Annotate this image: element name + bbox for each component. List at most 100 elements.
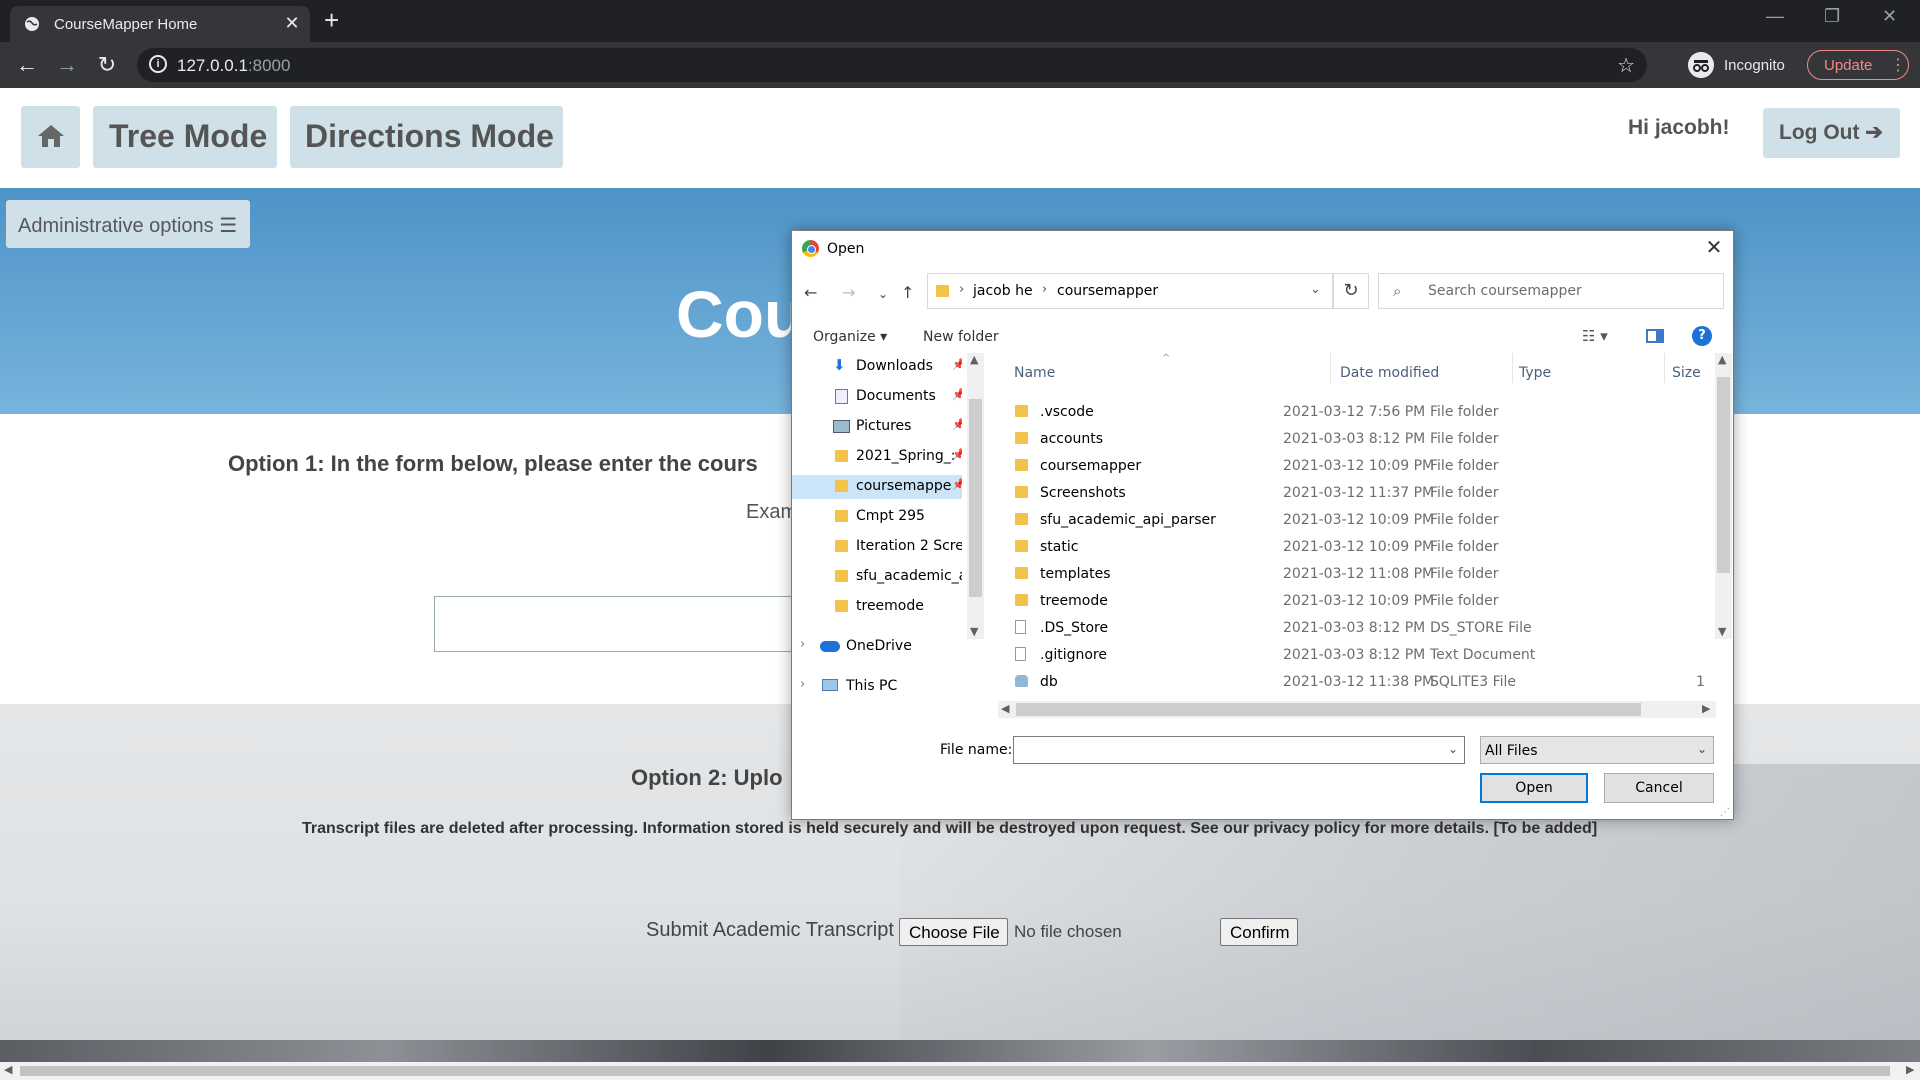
course-input[interactable] [434,596,834,652]
back-arrow-icon[interactable]: ← [804,283,817,302]
forward-icon[interactable]: → [54,52,80,78]
scroll-left-icon[interactable]: ◀ [1001,702,1009,715]
scrollbar-thumb[interactable] [1016,703,1641,716]
file-row[interactable]: static 2021-03-12 10:09 PM File folder [1002,536,1712,558]
window-close-icon[interactable]: ✕ [1882,6,1897,27]
nav-item-pictures[interactable]: Pictures 📌 [792,415,962,439]
nav-item-treemode[interactable]: treemode [792,595,962,619]
file-row[interactable]: .DS_Store 2021-03-03 8:12 PM DS_STORE Fi… [1002,617,1712,639]
new-tab-button[interactable]: + [324,7,339,33]
directions-mode-button[interactable]: Directions Mode [290,106,563,168]
scroll-down-icon[interactable]: ▼ [970,625,978,638]
nav-pane-scrollbar[interactable]: ▲ ▼ [967,353,984,639]
file-row[interactable]: db 2021-03-12 11:38 PM SQLITE3 File 1 [1002,671,1712,693]
up-arrow-icon[interactable]: ↑ [901,283,914,302]
expand-chevron-icon[interactable]: › [800,637,805,652]
file-row[interactable]: treemode 2021-03-12 10:09 PM File folder [1002,590,1712,612]
page-horizontal-scrollbar[interactable]: ◀ ▶ [0,1062,1920,1080]
file-name-input[interactable]: ⌄ [1013,736,1465,764]
nav-item-2021-spring[interactable]: 2021_Spring_: 📌 [792,445,962,469]
update-button[interactable]: Update ⋮ [1807,50,1909,80]
file-row[interactable]: templates 2021-03-12 11:08 PM File folde… [1002,563,1712,585]
scroll-left-icon[interactable]: ◀ [4,1063,12,1076]
scrollbar-thumb[interactable] [969,399,982,597]
reload-icon[interactable]: ↻ [94,52,120,78]
tree-mode-button[interactable]: Tree Mode [93,106,277,168]
file-row[interactable]: Screenshots 2021-03-12 11:37 PM File fol… [1002,482,1712,504]
scroll-down-icon[interactable]: ▼ [1718,625,1726,638]
nav-item-onedrive[interactable]: › OneDrive [792,635,962,659]
choose-file-button[interactable]: Choose File [899,918,1008,946]
browser-tab[interactable]: CourseMapper Home ✕ [10,6,310,42]
minimize-icon[interactable]: — [1766,6,1784,27]
column-header-size[interactable]: Size [1672,365,1701,381]
scroll-up-icon[interactable]: ▲ [970,353,978,366]
download-arrow-icon: ⬇ [833,356,846,374]
file-date: 2021-03-12 10:09 PM [1283,593,1435,609]
scroll-right-icon[interactable]: ▶ [1702,702,1710,715]
dialog-close-icon[interactable]: ✕ [1701,235,1727,259]
file-row[interactable]: accounts 2021-03-03 8:12 PM File folder [1002,428,1712,450]
breadcrumb-jacob-he[interactable]: jacob he [973,283,1033,299]
address-bar[interactable]: i 127.0.0.1:8000 ☆ [137,48,1647,82]
folder-icon [1015,486,1028,498]
file-type: Text Document [1430,647,1536,663]
confirm-button[interactable]: Confirm [1220,918,1298,946]
file-row[interactable]: .vscode 2021-03-12 7:56 PM File folder [1002,401,1712,423]
file-type-select[interactable]: All Files ⌄ [1480,736,1714,764]
back-icon[interactable]: ← [14,52,40,78]
column-divider[interactable] [1512,353,1513,383]
refresh-icon[interactable]: ↻ [1333,273,1369,309]
column-header-type[interactable]: Type [1519,365,1551,381]
file-row[interactable]: coursemapper 2021-03-12 10:09 PM File fo… [1002,455,1712,477]
new-folder-button[interactable]: New folder [923,329,999,345]
preview-pane-icon[interactable] [1646,329,1664,343]
nav-item-cmpt-295[interactable]: Cmpt 295 [792,505,962,529]
column-header-name[interactable]: Name [1014,365,1055,381]
column-divider[interactable] [1664,353,1665,383]
nav-item-label: OneDrive [846,638,912,654]
tab-close-icon[interactable]: ✕ [282,13,302,34]
column-header-date[interactable]: Date modified [1340,365,1439,381]
cancel-button[interactable]: Cancel [1604,773,1714,803]
file-date: 2021-03-12 11:08 PM [1283,566,1435,582]
help-icon[interactable]: ? [1692,326,1712,346]
forward-arrow-icon[interactable]: → [842,283,855,302]
logout-button[interactable]: Log Out ➔ [1763,108,1900,158]
nav-item-downloads[interactable]: ⬇ Downloads 📌 [792,355,962,379]
submit-transcript-label: Submit Academic Transcript [646,919,894,941]
resize-grip-icon[interactable]: ⋰ [1720,807,1730,818]
restore-icon[interactable]: ❐ [1824,6,1840,27]
breadcrumb-coursemapper[interactable]: coursemapper [1057,283,1158,299]
home-button[interactable] [21,106,80,168]
expand-chevron-icon[interactable]: › [800,677,805,692]
scrollbar-thumb[interactable] [1717,377,1730,573]
nav-item-coursemapper[interactable]: coursemappe 📌 [792,475,962,499]
open-button[interactable]: Open [1480,773,1588,803]
file-name: treemode [1040,593,1108,609]
site-info-icon[interactable]: i [149,55,167,73]
scrollbar-thumb[interactable] [20,1066,1890,1076]
recent-locations-icon[interactable]: ⌄ [878,287,888,301]
scroll-right-icon[interactable]: ▶ [1906,1063,1914,1076]
file-row[interactable]: sfu_academic_api_parser 2021-03-12 10:09… [1002,509,1712,531]
scroll-up-icon[interactable]: ▲ [1718,353,1726,366]
text-file-icon [1015,647,1026,661]
file-row[interactable]: .gitignore 2021-03-03 8:12 PM Text Docum… [1002,644,1712,666]
update-label: Update [1824,57,1873,74]
bookmark-star-icon[interactable]: ☆ [1617,53,1635,78]
organize-menu[interactable]: Organize ▾ [813,329,887,345]
view-options-icon[interactable]: ☷ ▾ [1582,327,1608,345]
column-divider[interactable] [1330,353,1331,383]
nav-item-documents[interactable]: Documents 📌 [792,385,962,409]
path-breadcrumb[interactable]: › jacob he › coursemapper ⌄ [927,273,1333,309]
chevron-down-icon[interactable]: ⌄ [1448,742,1458,756]
chevron-down-icon[interactable]: ⌄ [1310,282,1321,297]
search-input[interactable]: ⌕ Search coursemapper [1378,273,1724,309]
file-list-horizontal-scrollbar[interactable]: ◀ ▶ [998,701,1716,718]
nav-item-this-pc[interactable]: › This PC [792,675,962,699]
nav-item-sfu-academic[interactable]: sfu_academic_ap [792,565,962,589]
nav-item-iteration-2[interactable]: Iteration 2 Scree [792,535,962,559]
file-list-vertical-scrollbar[interactable]: ▲ ▼ [1715,353,1732,639]
admin-options-button[interactable]: Administrative options ☰ [6,200,250,248]
